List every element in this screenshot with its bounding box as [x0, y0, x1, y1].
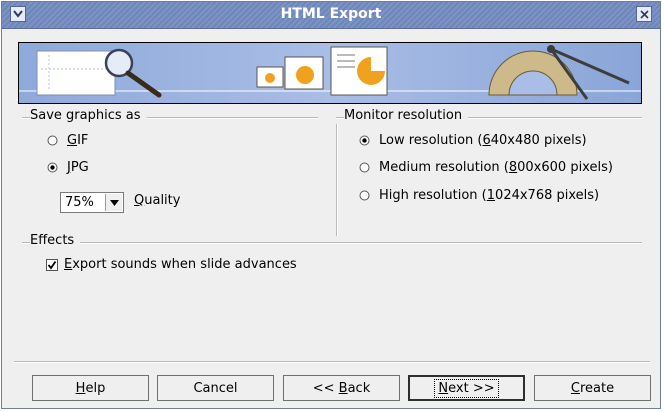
effects-group-separator	[22, 242, 642, 244]
quality-label: Quality	[134, 193, 181, 208]
radio-low-resolution-label: Low resolution (640x480 pixels)	[379, 133, 587, 148]
radio-high-resolution[interactable]: High resolution (1024x768 pixels)	[358, 188, 599, 203]
quality-value: 75%	[65, 195, 94, 210]
radio-low-resolution[interactable]: Low resolution (640x480 pixels)	[358, 133, 587, 148]
radio-unchecked-icon	[358, 161, 371, 174]
radio-checked-icon	[46, 161, 59, 174]
radio-unchecked-icon	[46, 134, 59, 147]
close-icon	[639, 9, 649, 19]
banner-illustration	[19, 43, 641, 103]
radio-checked-icon	[358, 134, 371, 147]
checkbox-checked-icon	[46, 258, 58, 271]
monitor-group-label: Monitor resolution	[344, 108, 469, 123]
back-button[interactable]: << Back	[283, 375, 400, 401]
cancel-button[interactable]: Cancel	[157, 375, 274, 401]
export-sounds-label: Export sounds when slide advances	[64, 257, 297, 272]
export-sounds-checkbox[interactable]: Export sounds when slide advances	[46, 257, 297, 272]
create-button[interactable]: Create	[534, 375, 651, 401]
next-button[interactable]: Next >>	[408, 375, 525, 401]
graphics-group-label: Save graphics as	[30, 108, 147, 123]
radio-medium-resolution-label: Medium resolution (800x600 pixels)	[379, 160, 613, 175]
radio-gif-label: GIF	[67, 133, 89, 148]
window-close-button[interactable]	[636, 6, 652, 22]
button-row-separator	[14, 361, 650, 363]
html-export-dialog: HTML Export Save graphics as GIF JPG 75%…	[1, 1, 661, 409]
effects-group-label: Effects	[30, 233, 81, 248]
radio-medium-resolution[interactable]: Medium resolution (800x600 pixels)	[358, 160, 613, 175]
radio-gif[interactable]: GIF	[46, 133, 88, 148]
radio-jpg-label: JPG	[67, 160, 89, 175]
radio-unchecked-icon	[358, 189, 371, 202]
radio-jpg[interactable]: JPG	[46, 160, 89, 175]
vertical-separator	[336, 124, 338, 236]
quality-select[interactable]: 75%	[60, 192, 124, 213]
wizard-banner	[18, 42, 642, 104]
window-title: HTML Export	[280, 6, 382, 22]
dropdown-arrow-icon[interactable]	[105, 194, 122, 211]
help-button[interactable]: Help	[32, 375, 149, 401]
title-bar: HTML Export	[2, 2, 660, 29]
radio-high-resolution-label: High resolution (1024x768 pixels)	[379, 188, 600, 203]
